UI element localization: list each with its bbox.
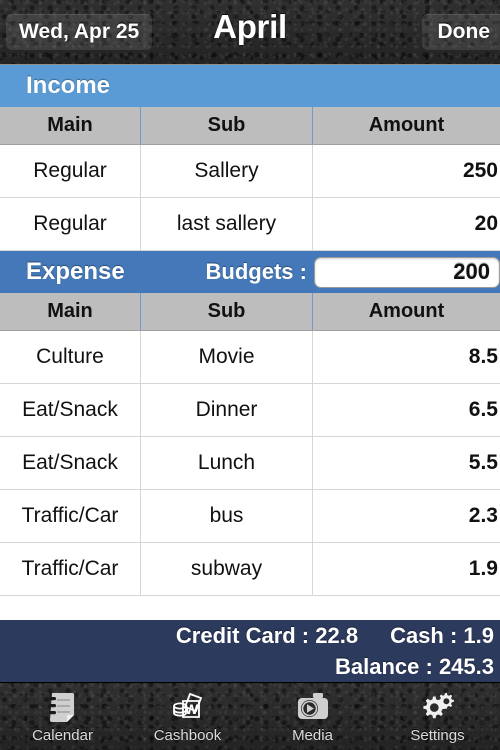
column-header-sub: Sub	[141, 107, 313, 144]
svg-text:W: W	[184, 701, 198, 717]
row-main: Culture	[0, 331, 141, 383]
table-row[interactable]: Eat/Snack Lunch 5.5	[0, 437, 500, 490]
expense-column-header: Main Sub Amount	[0, 293, 500, 331]
tab-settings[interactable]: Settings	[375, 683, 500, 750]
row-amount: 1.9	[468, 557, 498, 580]
column-header-amount: Amount	[368, 114, 445, 136]
notepad-icon	[46, 688, 80, 726]
row-main: Traffic/Car	[0, 543, 141, 595]
row-amount: 8.5	[468, 345, 498, 368]
balance-total: Balance : 245.3	[335, 654, 494, 679]
row-sub: Sallery	[141, 145, 313, 197]
tab-label: Settings	[410, 727, 465, 744]
summary-bar: Credit Card : 22.8 Cash : 1.9 Balance : …	[0, 620, 500, 682]
table-row[interactable]: Traffic/Car subway 1.9	[0, 543, 500, 596]
table-row[interactable]: Regular Sallery 250	[0, 145, 500, 198]
column-header-sub: Sub	[141, 293, 313, 330]
credit-card-total: Credit Card : 22.8	[175, 623, 359, 648]
expense-section-header: Expense Budgets : 200	[0, 251, 500, 293]
tab-label: Cashbook	[153, 727, 222, 744]
budget-label: Budgets :	[205, 259, 307, 284]
ledger-sheet: Income Main Sub Amount Regular Sallery 2…	[0, 64, 500, 682]
row-amount: 6.5	[468, 398, 498, 421]
column-header-main: Main	[0, 293, 141, 330]
row-amount: 250	[462, 159, 498, 182]
tab-calendar[interactable]: Calendar	[0, 683, 125, 750]
camera-play-icon	[294, 688, 332, 726]
row-main: Eat/Snack	[0, 437, 141, 489]
row-sub: subway	[141, 543, 313, 595]
row-amount: 20	[474, 212, 498, 235]
tab-media[interactable]: Media	[250, 683, 375, 750]
budget-control: Budgets : 200	[206, 251, 500, 293]
row-main: Eat/Snack	[0, 384, 141, 436]
summary-line-totals: Credit Card : 22.8 Cash : 1.9	[176, 620, 494, 651]
column-header-amount: Amount	[368, 300, 445, 322]
tab-cashbook[interactable]: W Cashbook	[125, 683, 250, 750]
app-root: Wed, Apr 25 April Done Income Main Sub A…	[0, 0, 500, 750]
income-section-title: Income	[26, 72, 111, 99]
table-row[interactable]: Eat/Snack Dinner 6.5	[0, 384, 500, 437]
navigation-bar: Wed, Apr 25 April Done	[0, 0, 500, 64]
budget-input[interactable]: 200	[314, 256, 500, 288]
row-sub: Movie	[141, 331, 313, 383]
cash-total: Cash : 1.9	[390, 623, 494, 648]
column-header-main: Main	[0, 107, 141, 144]
income-section-header: Income	[0, 65, 500, 107]
tab-bar: Calendar W Cashbook Media Settings	[0, 682, 500, 750]
row-main: Regular	[0, 145, 141, 197]
row-main: Traffic/Car	[0, 490, 141, 542]
tab-label: Calendar	[32, 727, 93, 744]
income-column-header: Main Sub Amount	[0, 107, 500, 145]
cashbook-icon: W	[170, 688, 206, 726]
row-amount: 5.5	[468, 451, 498, 474]
table-row[interactable]: Culture Movie 8.5	[0, 331, 500, 384]
row-sub: bus	[141, 490, 313, 542]
table-row[interactable]: Traffic/Car bus 2.3	[0, 490, 500, 543]
row-amount: 2.3	[468, 504, 498, 527]
tab-label: Media	[292, 727, 333, 744]
row-sub: last sallery	[141, 198, 313, 250]
table-row[interactable]: Regular last sallery 20	[0, 198, 500, 251]
expense-section-title: Expense	[26, 258, 125, 285]
done-button[interactable]: Done	[421, 14, 500, 50]
row-sub: Lunch	[141, 437, 313, 489]
row-main: Regular	[0, 198, 141, 250]
row-sub: Dinner	[141, 384, 313, 436]
gears-icon	[419, 688, 457, 726]
